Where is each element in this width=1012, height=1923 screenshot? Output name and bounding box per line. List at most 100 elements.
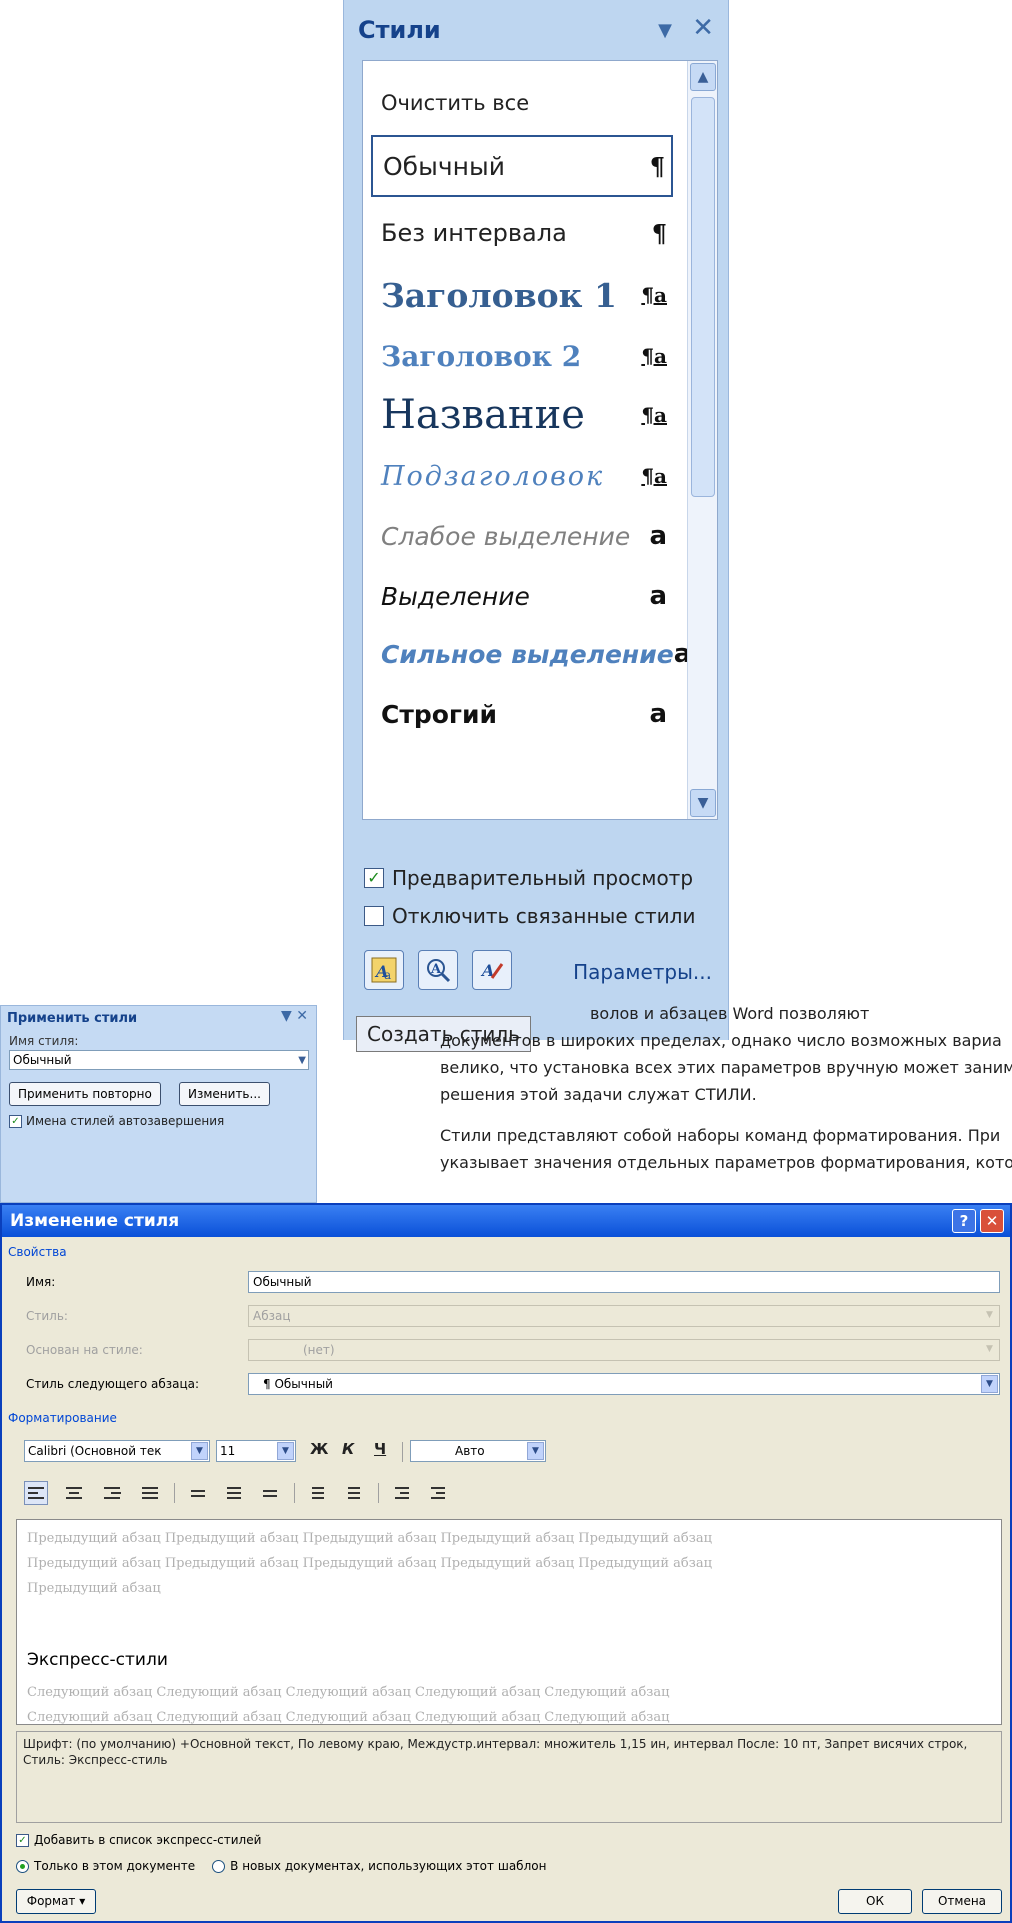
document-body: волов и абзацев Word позволяют документо… <box>440 1000 1012 1176</box>
align-justify-icon[interactable] <box>138 1481 162 1505</box>
style-item-subtitle[interactable]: Подзаголовок ¶a <box>371 449 673 503</box>
checkbox-checked-icon[interactable]: ✓ <box>16 1833 29 1847</box>
help-icon[interactable]: ? <box>952 1209 976 1233</box>
underline-button[interactable]: Ч <box>374 1440 386 1458</box>
styles-scrollbar[interactable]: ▲ ▼ <box>687 61 717 819</box>
style-item-subtle-emphasis[interactable]: Слабое выделение a <box>371 509 673 563</box>
ok-button[interactable]: ОК <box>838 1889 912 1914</box>
italic-button[interactable]: К <box>342 1440 354 1458</box>
name-value: Обычный <box>253 1275 312 1289</box>
style-item-strong[interactable]: Строгий a <box>371 687 673 741</box>
based-on-select: (нет) ▼ <box>248 1339 1000 1361</box>
toolbar-separator <box>174 1483 175 1503</box>
linked-style-icon: ¶a <box>641 403 667 427</box>
linked-style-icon: ¶a <box>641 464 667 488</box>
style-name-combobox[interactable]: Обычный ▼ <box>9 1050 309 1070</box>
close-icon[interactable]: ✕ <box>692 13 714 43</box>
apply-styles-pane: Применить стили ▼ ✕ Имя стиля: Обычный ▼… <box>0 1005 317 1203</box>
spacing-before-icon[interactable] <box>306 1481 330 1505</box>
one-half-spacing-icon[interactable] <box>222 1481 246 1505</box>
style-item-title[interactable]: Название ¶a <box>371 383 673 447</box>
name-input[interactable]: Обычный <box>248 1271 1000 1293</box>
cancel-button[interactable]: Отмена <box>922 1889 1002 1914</box>
font-color-combobox[interactable]: Авто ▼ <box>410 1440 546 1462</box>
paragraph-style-icon: ¶ <box>649 151 665 181</box>
add-quick-styles-label: Добавить в список экспресс-стилей <box>34 1833 262 1847</box>
disable-linked-styles-label: Отключить связанные стили <box>392 904 696 928</box>
style-item-label: Строгий <box>381 699 498 729</box>
params-link[interactable]: Параметры... <box>573 960 712 984</box>
pane-menu-icon[interactable]: ▼ <box>658 20 672 41</box>
style-item-no-spacing[interactable]: Без интервала ¶ <box>371 207 673 259</box>
preview-next-paragraph: Следующий абзац Следующий абзац Следующи… <box>27 1685 670 1725</box>
styles-pane-header: Стили ▼ ✕ <box>344 0 728 60</box>
font-combobox[interactable]: Calibri (Основной тек ▼ <box>24 1440 210 1462</box>
scroll-thumb[interactable] <box>691 97 715 497</box>
pane-menu-icon[interactable]: ▼ ✕ <box>281 1008 308 1024</box>
chevron-down-icon[interactable]: ▼ <box>277 1442 294 1460</box>
style-item-clear-all[interactable]: Очистить все <box>371 81 673 125</box>
preview-previous-paragraph: Предыдущий абзац Предыдущий абзац Предыд… <box>27 1531 712 1596</box>
doc-line: решения этой задачи служат СТИЛИ. <box>440 1085 757 1104</box>
new-docs-label: В новых документах, использующих этот ша… <box>230 1859 547 1873</box>
chevron-down-icon: ▼ <box>981 1341 998 1359</box>
font-value: Calibri (Основной тек <box>28 1444 162 1458</box>
scroll-down-icon[interactable]: ▼ <box>690 789 716 817</box>
style-item-emphasis[interactable]: Выделение a <box>371 569 673 623</box>
linked-style-icon: ¶a <box>641 344 667 368</box>
paragraph-style-icon: ¶ <box>651 218 667 248</box>
align-left-icon[interactable] <box>24 1481 48 1505</box>
style-item-normal[interactable]: Обычный ¶ <box>371 135 673 197</box>
apply-styles-title: Применить стили <box>7 1011 138 1026</box>
modify-button[interactable]: Изменить... <box>179 1082 270 1106</box>
svg-text:A: A <box>430 962 442 977</box>
spacing-after-icon[interactable] <box>342 1481 366 1505</box>
dialog-title: Изменение стиля <box>10 1211 180 1231</box>
doc-line: Стили представляют собой наборы команд ф… <box>440 1126 1001 1145</box>
scroll-up-icon[interactable]: ▲ <box>690 63 716 91</box>
style-item-heading-2[interactable]: Заголовок 2 ¶a <box>371 329 673 383</box>
formatting-section-label: Форматирование <box>8 1411 117 1425</box>
radio-unselected-icon[interactable] <box>212 1859 226 1873</box>
style-inspector-icon[interactable]: A <box>418 950 458 990</box>
style-item-label: Слабое выделение <box>381 521 631 551</box>
new-style-icon[interactable]: Aa <box>364 950 404 990</box>
character-style-icon: a <box>649 521 667 551</box>
double-spacing-icon[interactable] <box>258 1481 282 1505</box>
single-spacing-icon[interactable] <box>186 1481 210 1505</box>
bold-button[interactable]: Ж <box>310 1440 328 1458</box>
decrease-indent-icon[interactable] <box>390 1481 414 1505</box>
style-item-label: Обычный <box>383 151 505 181</box>
reapply-button[interactable]: Применить повторно <box>9 1082 161 1106</box>
chevron-down-icon[interactable]: ▼ <box>981 1375 998 1393</box>
format-button[interactable]: Формат ▾ <box>16 1889 96 1914</box>
disable-linked-styles-checkbox[interactable]: Отключить связанные стили <box>364 904 695 928</box>
radio-selected-icon[interactable] <box>16 1859 29 1873</box>
checkbox-checked-icon[interactable]: ✓ <box>9 1114 22 1128</box>
properties-section-label: Свойства <box>8 1245 67 1259</box>
style-item-intense-emphasis[interactable]: Сильное выделение a <box>371 627 691 681</box>
style-name-value: Обычный <box>13 1053 72 1067</box>
doc-line: волов и абзацев Word позволяют <box>590 1004 870 1023</box>
autocomplete-checkbox[interactable]: ✓ Имена стилей автозавершения <box>9 1114 224 1128</box>
style-item-heading-1[interactable]: Заголовок 1 ¶a <box>371 267 673 323</box>
preview-checkbox[interactable]: ✓ Предварительный просмотр <box>364 866 693 890</box>
chevron-down-icon[interactable]: ▼ <box>527 1442 544 1460</box>
styles-pane: Стили ▼ ✕ Очистить все Обычный ¶ Без инт… <box>343 0 729 1040</box>
toolbar-separator <box>294 1483 295 1503</box>
close-icon[interactable]: ✕ <box>980 1209 1004 1233</box>
character-style-icon: a <box>649 581 667 611</box>
style-item-label: Очистить все <box>381 91 530 115</box>
chevron-down-icon[interactable]: ▼ <box>298 1052 306 1070</box>
chevron-down-icon[interactable]: ▼ <box>191 1442 208 1460</box>
font-size-combobox[interactable]: 11 ▼ <box>216 1440 296 1462</box>
increase-indent-icon[interactable] <box>426 1481 450 1505</box>
align-center-icon[interactable] <box>62 1481 86 1505</box>
manage-styles-icon[interactable]: A <box>472 950 512 990</box>
next-style-select[interactable]: ¶ Обычный ▼ <box>248 1373 1000 1395</box>
checkbox-empty-icon[interactable] <box>364 906 384 926</box>
align-right-icon[interactable] <box>100 1481 124 1505</box>
checkbox-checked-icon[interactable]: ✓ <box>364 868 384 888</box>
add-quick-styles-checkbox[interactable]: ✓ Добавить в список экспресс-стилей <box>16 1833 261 1847</box>
toolbar-separator <box>378 1483 379 1503</box>
